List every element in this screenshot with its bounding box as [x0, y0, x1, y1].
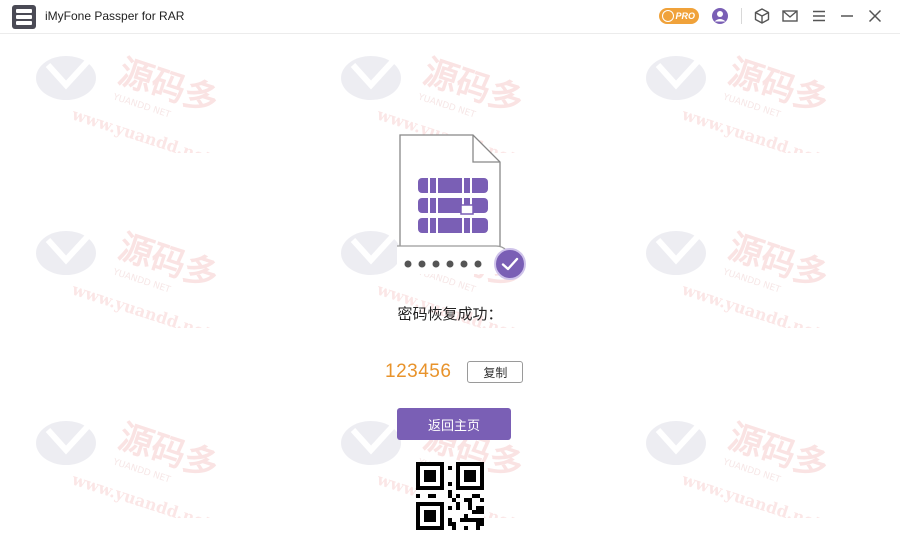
svg-text:源码多: 源码多: [724, 227, 833, 297]
svg-text:源码多: 源码多: [724, 52, 833, 122]
svg-text:YUANDD NET: YUANDD NET: [111, 457, 172, 485]
mail-icon[interactable]: [781, 7, 799, 25]
watermark: 源码多YUANDD NETwww.yuandd.net: [36, 52, 223, 153]
pro-circle-icon: [662, 10, 674, 22]
recovered-password[interactable]: 123456: [385, 361, 451, 383]
svg-text:www.yuandd.net: www.yuandd.net: [69, 469, 215, 518]
user-icon[interactable]: [711, 7, 729, 25]
watermark: 源码多YUANDD NETwww.yuandd.net: [646, 417, 833, 518]
svg-text:源码多: 源码多: [114, 52, 223, 122]
copy-button[interactable]: 复制: [467, 361, 524, 383]
cube-icon[interactable]: [753, 7, 771, 25]
password-row: 123456 复制: [385, 358, 524, 386]
qr-code: [416, 462, 484, 530]
svg-text:源码多: 源码多: [114, 227, 223, 297]
back-to-home-button[interactable]: 返回主页: [397, 408, 511, 440]
app-title: iMyFone Passper for RAR: [45, 9, 185, 23]
title-bar: iMyFone Passper for RAR PRO: [0, 0, 900, 34]
svg-text:YUANDD NET: YUANDD NET: [111, 92, 172, 120]
svg-text:www.yuandd.net: www.yuandd.net: [679, 469, 825, 518]
svg-text:源码多: 源码多: [114, 417, 223, 487]
result-label: 密码恢复成功：: [397, 305, 503, 323]
svg-text:YUANDD NET: YUANDD NET: [721, 92, 782, 120]
close-icon[interactable]: [866, 7, 884, 25]
rar-file-unlocked-illustration: [397, 134, 509, 274]
svg-text:源码多: 源码多: [419, 52, 528, 122]
svg-text:源码多: 源码多: [724, 417, 833, 487]
svg-text:YUANDD NET: YUANDD NET: [111, 267, 172, 295]
check-icon: [494, 248, 526, 280]
pro-badge[interactable]: PRO: [659, 8, 699, 24]
svg-text:www.yuandd.net: www.yuandd.net: [69, 104, 215, 153]
divider: [741, 8, 742, 24]
minimize-icon[interactable]: [838, 7, 856, 25]
svg-text:YUANDD NET: YUANDD NET: [721, 457, 782, 485]
watermark: 源码多YUANDD NETwww.yuandd.net: [646, 52, 833, 153]
svg-text:www.yuandd.net: www.yuandd.net: [679, 104, 825, 153]
watermark: 源码多YUANDD NETwww.yuandd.net: [36, 417, 223, 518]
app-logo: [12, 5, 36, 29]
svg-text:YUANDD NET: YUANDD NET: [721, 267, 782, 295]
pro-label: PRO: [675, 11, 695, 21]
menu-icon[interactable]: [810, 7, 828, 25]
svg-text:YUANDD NET: YUANDD NET: [416, 92, 477, 120]
